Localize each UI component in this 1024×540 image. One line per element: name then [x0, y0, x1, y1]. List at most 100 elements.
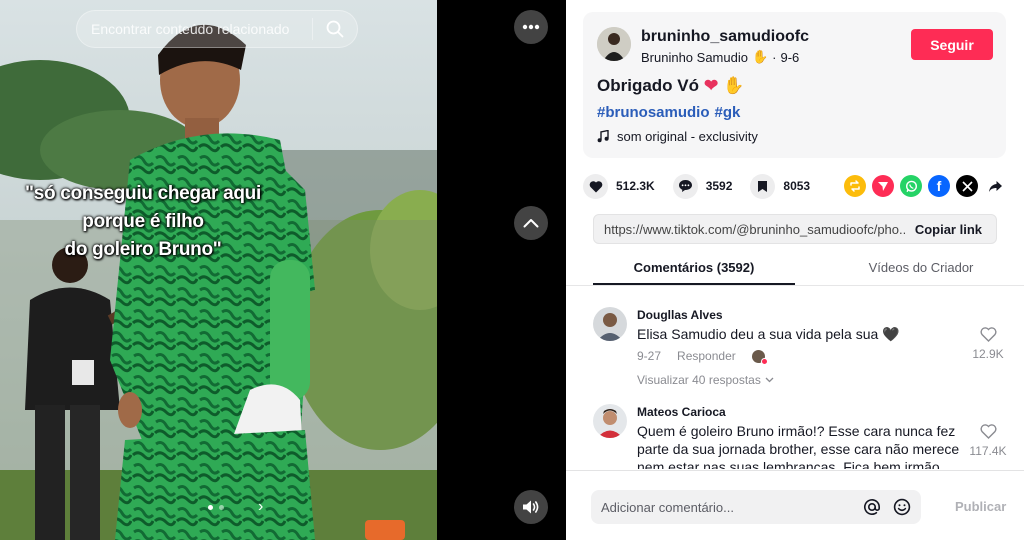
- comment-input[interactable]: [591, 499, 857, 515]
- comment-item: Mateos Carioca Quem é goleiro Bruno irmã…: [593, 394, 1007, 469]
- commenter-avatar[interactable]: [593, 307, 627, 341]
- send-share-button[interactable]: [872, 175, 894, 197]
- post-photo[interactable]: [0, 0, 437, 540]
- related-search-bar: [76, 10, 358, 48]
- overlay-line: porque é filho: [82, 211, 204, 232]
- commenter-avatar[interactable]: [593, 404, 627, 438]
- comment-like[interactable]: 117.4K: [968, 424, 1008, 458]
- caption-text: Obrigado Vó: [597, 76, 699, 95]
- commenter-name[interactable]: Dougllas Alves: [637, 308, 723, 322]
- comment-like[interactable]: 12.9K: [968, 327, 1008, 361]
- author-avatar[interactable]: [597, 27, 631, 61]
- more-dots-icon: [522, 24, 540, 30]
- view-replies-label: Visualizar 40 respostas: [637, 373, 761, 387]
- author-username[interactable]: bruninho_samudioofc: [641, 28, 809, 46]
- purple-hand-emoji-icon: ✋: [723, 76, 745, 95]
- x-logo-icon: [961, 180, 973, 192]
- more-options-button[interactable]: [514, 10, 548, 44]
- overlay-line: "só conseguiu chegar aqui: [25, 183, 261, 204]
- view-replies-button[interactable]: Visualizar 40 respostas: [637, 373, 774, 387]
- share-arrow-icon: [988, 180, 1002, 192]
- save-action: 8053: [750, 173, 810, 199]
- tab-comments[interactable]: Comentários (3592): [593, 253, 795, 285]
- music-link[interactable]: som original - exclusivity: [597, 129, 758, 144]
- whatsapp-share-button[interactable]: [900, 175, 922, 197]
- facebook-share-button[interactable]: f: [928, 175, 950, 197]
- comment-input-box: [591, 490, 921, 524]
- follow-button[interactable]: Seguir: [911, 29, 993, 60]
- repost-icon: [850, 180, 860, 192]
- heart-emoji-icon: ❤: [704, 76, 719, 95]
- comment-item: Dougllas Alves Elisa Samudio deu a sua v…: [593, 297, 1004, 392]
- photo-overlay-text: "só conseguiu chegar aqui porque é filho…: [18, 180, 268, 264]
- emoji-button[interactable]: [887, 492, 917, 522]
- tab-creator-videos[interactable]: Vídeos do Criador: [820, 253, 1022, 285]
- overlay-line: do goleiro Bruno": [64, 239, 222, 260]
- like-action: 512.3K: [583, 173, 655, 199]
- media-area: "só conseguiu chegar aqui porque é filho…: [0, 0, 566, 540]
- mention-button[interactable]: [857, 492, 887, 522]
- carousel-dots: [208, 505, 224, 510]
- like-button[interactable]: [583, 173, 608, 199]
- more-share-button[interactable]: [984, 175, 1006, 197]
- hashtag-link[interactable]: #brunosamudio: [597, 104, 710, 121]
- comment-count: 3592: [705, 179, 733, 193]
- comment-bubble-icon: [678, 180, 692, 192]
- x-share-button[interactable]: [956, 175, 978, 197]
- smiley-icon: [893, 498, 911, 516]
- comment-text: Quem é goleiro Bruno irmão!? Esse cara n…: [637, 423, 960, 469]
- panel-tabs: Comentários (3592) Vídeos do Criador: [566, 253, 1024, 286]
- comment-button[interactable]: [672, 173, 698, 199]
- comment-meta: 9-27 Responder: [637, 349, 768, 365]
- comment-action: 3592: [672, 173, 733, 199]
- comment-text: Elisa Samudio deu a sua vida pela sua 🖤: [637, 326, 900, 342]
- publish-button[interactable]: Publicar: [955, 499, 1006, 514]
- bookmark-icon: [758, 180, 768, 192]
- share-link-url[interactable]: https://www.tiktok.com/@bruninho_samudio…: [594, 222, 905, 237]
- post-date: 9-6: [780, 49, 800, 65]
- search-icon: [326, 20, 344, 38]
- facebook-icon: f: [936, 178, 942, 194]
- previous-video-button[interactable]: [514, 206, 548, 240]
- share-link-box: https://www.tiktok.com/@bruninho_samudio…: [593, 214, 997, 244]
- heart-icon: [589, 180, 602, 192]
- action-bar: 512.3K 3592 8053 f: [583, 171, 1006, 201]
- heart-outline-icon: [979, 327, 997, 342]
- post-caption: Obrigado Vó ❤ ✋: [597, 76, 744, 96]
- copy-link-button[interactable]: Copiar link: [905, 222, 996, 237]
- commenter-name[interactable]: Mateos Carioca: [637, 405, 726, 419]
- music-title: som original - exclusivity: [617, 129, 758, 144]
- related-search-input[interactable]: [77, 21, 312, 37]
- comment-list: Dougllas Alves Elisa Samudio deu a sua v…: [566, 297, 1024, 469]
- hashtag-list: #brunosamudio #gk: [597, 104, 740, 121]
- chevron-down-icon: [765, 377, 774, 383]
- comment-date: 9-27: [637, 349, 662, 363]
- send-icon: [878, 182, 888, 191]
- reply-button[interactable]: Responder: [677, 349, 736, 363]
- whatsapp-icon: [905, 180, 917, 192]
- share-icons: f: [844, 175, 1006, 197]
- speaker-icon: [523, 500, 539, 514]
- bookmark-button[interactable]: [750, 173, 776, 199]
- comment-composer: Publicar: [566, 470, 1024, 540]
- carousel-dot[interactable]: [208, 505, 213, 510]
- creator-liked-heart-icon: [760, 357, 768, 365]
- heart-outline-icon: [979, 424, 997, 439]
- details-panel: bruninho_samudioofc Bruninho Samudio ✋ ·…: [566, 0, 1024, 540]
- author-subline: Bruninho Samudio ✋ · 9-6: [641, 49, 799, 65]
- avatar-image: [593, 404, 627, 438]
- avatar-image: [593, 307, 627, 341]
- like-count: 512.3K: [616, 179, 655, 193]
- tiktok-photo-post-view: "só conseguiu chegar aqui porque é filho…: [0, 0, 1024, 540]
- music-note-icon: [597, 130, 609, 143]
- post-info-card: bruninho_samudioofc Bruninho Samudio ✋ ·…: [583, 12, 1006, 158]
- sound-toggle-button[interactable]: [514, 490, 548, 524]
- repost-share-button[interactable]: [844, 175, 866, 197]
- search-button[interactable]: [313, 11, 357, 47]
- carousel-dot[interactable]: [219, 505, 224, 510]
- photo-illustration: [0, 0, 437, 540]
- purple-heart-icon: ✋: [751, 49, 769, 64]
- carousel-next-icon[interactable]: ›: [258, 498, 263, 516]
- dot-separator: ·: [772, 49, 777, 65]
- hashtag-link[interactable]: #gk: [715, 104, 741, 121]
